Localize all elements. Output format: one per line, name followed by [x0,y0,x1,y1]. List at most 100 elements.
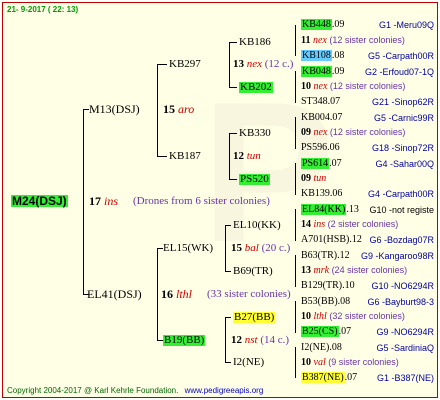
gen4-year: .07 [329,112,343,123]
gen4-row: PS614.07 [301,158,342,169]
gen4-row: A701(HSB).12 [301,235,362,245]
gen4-location: G5 -Carnic99R [373,113,434,123]
gen4-row: 13 mrk (24 sister colonies) [301,266,407,276]
gen4-breeder: ins [313,219,326,230]
gen4-year: .12 [349,234,362,245]
gen4-row: KB004.07 [301,113,342,123]
gen4-gen: 09 [301,127,311,138]
gen2-breeder: nst [244,334,258,346]
dam-queen[interactable]: EL41(DSJ) [87,288,142,300]
gen2-info: 15 bal (20 c.) [231,243,290,254]
gen4-year: .08 [337,296,351,307]
gen4-location: G9 -NO6294R [376,327,434,337]
dam-info: 16 lthl [161,288,192,300]
root-info: 17 ins [89,195,118,207]
gen4-note: (2 sister colonies) [327,219,399,229]
gen4-location: G9 -Kangaroo98R [360,251,434,261]
gen2-info: 12 nst (14 c.) [231,335,289,346]
gen4-queen[interactable]: I2(NE) [301,342,329,353]
gen2-queen[interactable]: KB187 [169,151,201,162]
gen4-year: .08 [331,50,345,61]
gen4-queen[interactable]: B25(CS) [301,326,339,337]
gen4-queen[interactable]: PS614 [301,158,330,169]
gen3-queen[interactable]: KB202 [239,82,273,93]
gen2-queen[interactable]: KB297 [169,59,201,70]
gen4-queen[interactable]: KB048 [301,66,332,77]
gen4-location: G4 -Carpath00R [367,189,434,199]
gen4-gen: 10 [301,81,311,92]
gen4-queen[interactable]: ST348 [301,96,328,107]
gen4-queen[interactable]: KB108 [301,50,332,61]
gen4-note: (32 sister colonies) [329,311,405,321]
connector [229,133,230,180]
gen4-breeder: val [313,357,326,368]
gen4-queen[interactable]: PS596 [301,142,327,153]
gen4-note: (12 sister colonies) [329,35,405,45]
connector [229,42,230,88]
gen4-row: B387(NE).07 [301,372,357,383]
sire-queen[interactable]: M13(DSJ) [89,103,140,115]
gen4-year: .10 [342,280,355,291]
gen4-queen[interactable]: B53(BB) [301,296,338,307]
gen4-row: 10 lthl (32 sister colonies) [301,312,405,322]
gen4-breeder: mrk [313,265,330,276]
gen3-queen[interactable]: B27(BB) [233,312,276,323]
pedigree-chart: P 21- 9-2017 ( 22: 13) M24(DSJ) 17 ins (… [2,2,438,398]
connector [225,317,226,363]
gen4-year: .07 [338,326,352,337]
connector [295,209,296,241]
gen4-gen: 14 [301,219,311,230]
gen3-queen[interactable]: KB186 [239,37,271,48]
gen4-location: G5 -SardiniaQ [376,343,434,353]
gen2-breeder: nex [246,58,263,70]
gen4-gen: 09 [301,173,311,184]
gen3-queen[interactable]: B69(TR) [233,266,273,277]
gen4-queen[interactable]: B63(TR) [301,250,337,261]
root-queen[interactable]: M24(DSJ) [11,195,68,207]
gen4-breeder: nex [312,35,327,46]
gen4-queen[interactable]: EL84(KK) [301,204,347,215]
gen4-row: B53(BB).08 [301,297,350,307]
gen2-info: 12 tun [233,151,261,162]
gen4-row: 10 nex (12 sister colonies) [301,82,405,92]
gen4-location: G10 -NO6294R [371,281,434,291]
gen2-queen[interactable]: EL15(WK) [163,243,213,254]
gen4-note: (12 sister colonies) [329,81,406,91]
gen2-note: (12 c.) [264,58,294,70]
gen4-row: 09 nex (12 sister colonies) [301,128,405,138]
gen4-queen[interactable]: KB139 [301,188,330,199]
sire-info: 15 aro [163,103,194,115]
root-gen: 17 [89,194,101,208]
gen4-queen[interactable]: B129(TR) [301,280,342,291]
gen4-note: (12 sister colonies) [329,127,406,137]
gen4-gen: 10 [301,357,311,368]
website-link[interactable]: www.pedigreeapis.org [185,386,264,395]
gen4-row: 10 val (9 sister colonies) [301,358,399,368]
gen4-breeder: lthl [313,311,327,322]
connector [295,301,296,333]
gen3-queen[interactable]: KB330 [239,128,271,139]
gen4-queen[interactable]: B387(NE) [301,372,345,383]
gen3-queen[interactable]: I2(NE) [233,357,264,368]
gen4-row: KB048.09 [301,66,344,77]
connector [229,87,237,88]
connector [225,317,231,318]
dam-note: (33 sister colonies) [207,288,291,300]
gen4-year: .07 [327,96,341,107]
gen4-row: I2(NE).08 [301,343,342,353]
gen2-gen: 12 [233,150,244,162]
root-breeder: ins [104,194,119,208]
connector [229,179,237,180]
gen4-year: .09 [331,19,345,30]
dam-gen: 16 [161,287,173,301]
gen4-gen: 13 [301,265,311,276]
connector [225,225,226,272]
gen4-queen[interactable]: A701(HSB) [301,234,349,245]
gen3-queen[interactable]: EL10(KK) [233,220,281,231]
gen4-row: KB139.06 [301,189,342,199]
gen4-queen[interactable]: KB004 [301,112,330,123]
gen3-queen[interactable]: PS520 [239,174,270,185]
root-note: (Drones from 6 sister colonies) [133,195,270,207]
gen2-queen[interactable]: B19(BB) [163,335,206,346]
gen4-queen[interactable]: KB448 [301,19,332,30]
